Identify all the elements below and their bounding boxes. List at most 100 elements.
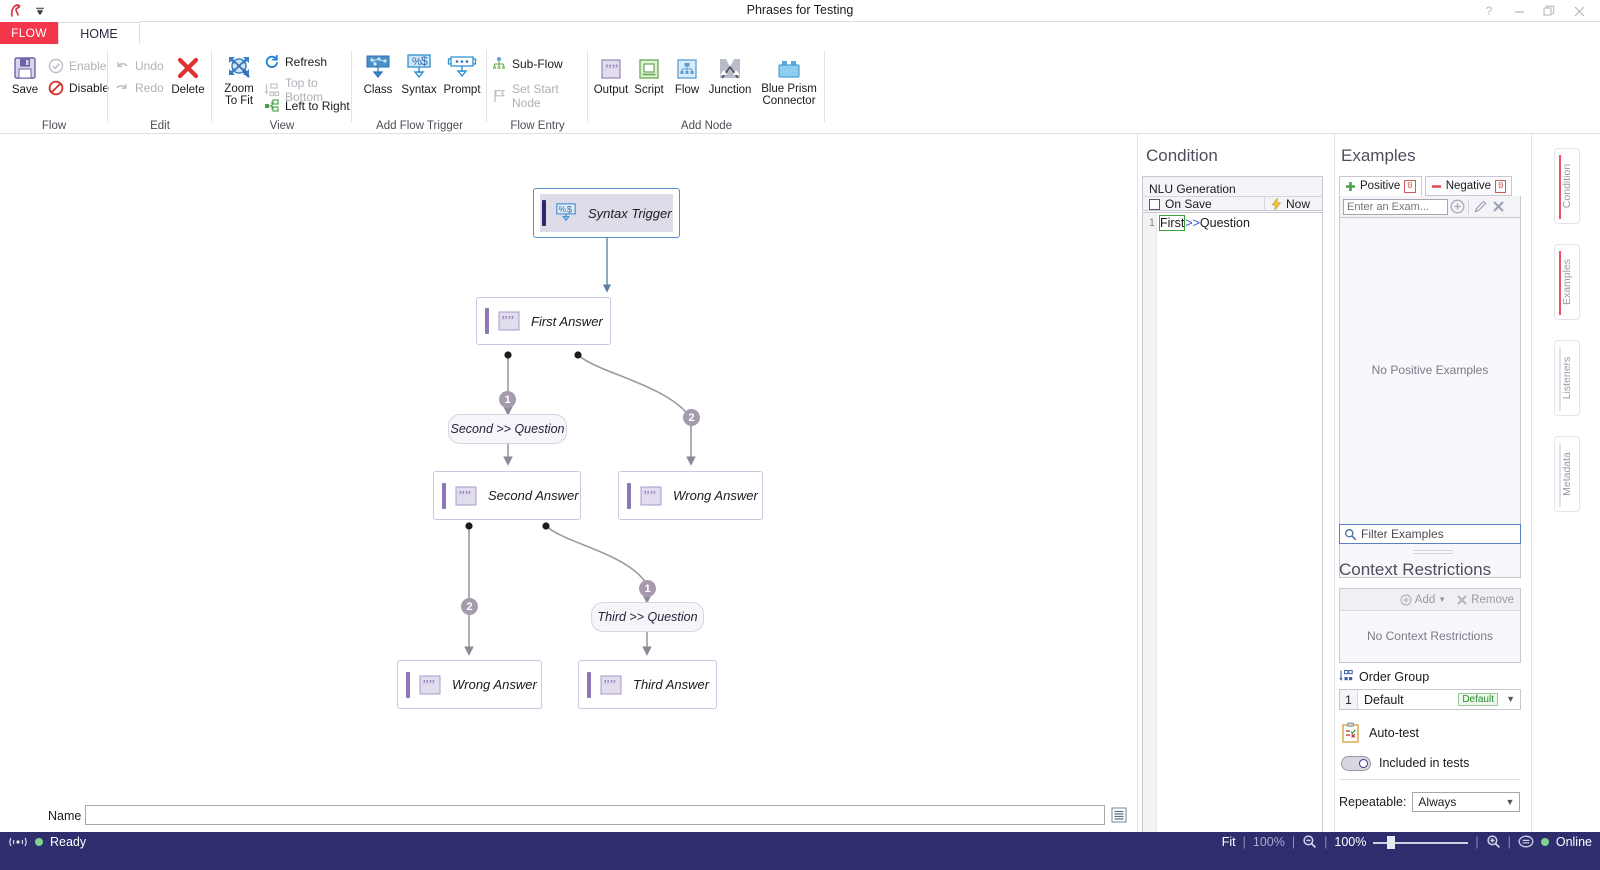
undo-button[interactable]: Undo: [114, 58, 164, 74]
delete-button[interactable]: Delete: [166, 50, 210, 97]
tab-positive-label: Positive: [1360, 180, 1401, 192]
included-in-tests-toggle[interactable]: [1341, 756, 1371, 771]
node-label: Syntax Trigger: [588, 205, 672, 221]
zoom-slider-thumb[interactable]: [1387, 835, 1396, 849]
redo-button[interactable]: Redo: [114, 80, 164, 96]
add-syntax-trigger-button[interactable]: % $ Syntax: [396, 50, 442, 97]
pencil-icon[interactable]: [1471, 198, 1489, 216]
name-input[interactable]: [85, 805, 1105, 825]
tab-examples[interactable]: Examples: [1554, 244, 1580, 320]
redo-icon: [114, 80, 130, 96]
blue-prism-connector-icon: [756, 50, 822, 82]
zoom-to-fit-button[interactable]: Zoom To Fit: [214, 50, 264, 107]
node-second-answer[interactable]: ”” Second Answer: [433, 471, 581, 520]
included-in-tests-row[interactable]: Included in tests: [1341, 754, 1469, 771]
on-save-checkbox[interactable]: On Save: [1143, 196, 1264, 211]
search-icon: [1344, 528, 1357, 541]
clipboard-check-icon: [1341, 722, 1361, 744]
flow-canvas[interactable]: % $ Syntax Trigger ”” First Answer ”” Sec…: [0, 134, 1137, 799]
add-junction-node-button[interactable]: Junction: [704, 50, 756, 97]
add-class-trigger-button[interactable]: Class: [356, 50, 400, 97]
add-blue-prism-connector-button[interactable]: Blue Prism Connector: [756, 50, 822, 107]
add-context-restriction-button[interactable]: Add ▼: [1400, 594, 1446, 606]
context-restrictions-toolbar: Add ▼ Remove: [1340, 589, 1520, 611]
tab-flow[interactable]: FLOW: [0, 22, 58, 44]
tab-home[interactable]: HOME: [58, 22, 140, 44]
repeatable-value: Always: [1418, 795, 1457, 809]
remove-label: Remove: [1471, 593, 1514, 606]
context-restrictions-empty-text: No Context Restrictions: [1366, 629, 1494, 643]
save-button[interactable]: Save: [2, 50, 48, 97]
examples-toolbar: [1339, 196, 1521, 218]
examples-empty-text: No Positive Examples: [1371, 363, 1489, 377]
tab-positive-examples[interactable]: Positive 0: [1339, 176, 1422, 196]
help-icon[interactable]: ?: [1474, 0, 1504, 22]
close-icon[interactable]: [1564, 0, 1594, 22]
save-icon: [2, 50, 48, 82]
filter-examples-input[interactable]: Filter Examples: [1339, 524, 1521, 544]
pill-third-question[interactable]: Third >> Question: [591, 602, 704, 632]
sub-flow-icon: [491, 56, 507, 72]
condition-panel: Condition NLU Generation On Save Now 1 F…: [1137, 134, 1334, 870]
list-icon[interactable]: [1111, 807, 1127, 823]
refresh-button[interactable]: Refresh: [264, 54, 327, 70]
add-circle-icon[interactable]: [1448, 198, 1466, 216]
tab-negative-examples[interactable]: Negative 0: [1424, 176, 1513, 196]
now-button[interactable]: Now: [1264, 196, 1322, 211]
output-node-icon: ””: [600, 674, 622, 696]
condition-code-editor[interactable]: 1 First>>Question: [1142, 212, 1323, 870]
node-syntax-trigger[interactable]: % $ Syntax Trigger: [533, 188, 680, 238]
pill-second-question[interactable]: Second >> Question: [448, 414, 567, 444]
tab-condition[interactable]: Condition: [1554, 148, 1580, 224]
chevron-down-icon[interactable]: ▼: [1506, 694, 1515, 704]
order-group-row[interactable]: 1 Default Default ▼: [1339, 689, 1521, 710]
auto-test-label: Auto-test: [1369, 726, 1420, 740]
add-prompt-trigger-button[interactable]: Prompt: [438, 50, 486, 97]
ribbon: Save Enable Disable Flow Undo Redo Delet…: [0, 44, 1600, 134]
fit-label[interactable]: Fit: [1222, 835, 1236, 849]
chat-icon[interactable]: [1518, 835, 1534, 849]
add-script-node-button[interactable]: Script: [628, 50, 670, 97]
order-group-label: Order Group: [1359, 669, 1430, 684]
minimize-icon[interactable]: [1504, 0, 1534, 22]
svg-text:$: $: [421, 54, 428, 68]
repeatable-dropdown[interactable]: Always ▼: [1412, 792, 1521, 812]
order-group-default-badge: Default: [1458, 693, 1498, 706]
ribbon-group-flow-entry-title: Flow Entry: [510, 120, 565, 132]
ribbon-group-add-node-title: Add Node: [680, 120, 733, 132]
node-accent-bar: [627, 482, 631, 509]
set-start-node-button[interactable]: Set Start Node: [491, 82, 588, 110]
left-to-right-button[interactable]: Left to Right: [264, 98, 350, 114]
node-wrong-answer-1[interactable]: ”” Wrong Answer: [618, 471, 763, 520]
panel-resize-grip[interactable]: [1413, 550, 1453, 555]
remove-context-restriction-button[interactable]: Remove: [1456, 594, 1514, 606]
example-input[interactable]: [1343, 198, 1448, 215]
enable-button[interactable]: Enable: [48, 58, 106, 74]
zoom-in-icon[interactable]: [1486, 834, 1501, 849]
zoom-slider[interactable]: [1373, 835, 1469, 849]
svg-text:””: ””: [459, 489, 471, 504]
tab-metadata[interactable]: Metadata: [1554, 436, 1580, 512]
close-x-icon[interactable]: [1489, 198, 1507, 216]
undo-label: Undo: [135, 59, 164, 73]
on-save-label: On Save: [1165, 197, 1212, 211]
name-label: Name: [48, 809, 82, 823]
tab-listeners[interactable]: Listeners: [1554, 340, 1580, 416]
add-output-node-button[interactable]: ”” Output: [590, 50, 632, 97]
signal-icon: [8, 836, 28, 848]
left-to-right-icon: [264, 98, 280, 114]
disable-button[interactable]: Disable: [48, 80, 109, 96]
undo-icon: [114, 58, 130, 74]
checkbox-icon: [1149, 198, 1160, 210]
code-gutter: [1143, 213, 1157, 870]
zoom-out-icon[interactable]: [1302, 834, 1317, 849]
negative-count-badge: 0: [1495, 179, 1507, 193]
node-wrong-answer-2[interactable]: ”” Wrong Answer: [397, 660, 542, 709]
save-label: Save: [11, 84, 39, 96]
add-flow-node-button[interactable]: Flow: [666, 50, 708, 97]
syntax-trigger-icon: % $: [555, 202, 577, 224]
maximize-icon[interactable]: [1534, 0, 1564, 22]
node-first-answer[interactable]: ”” First Answer: [476, 297, 611, 345]
sub-flow-button[interactable]: Sub-Flow: [491, 56, 563, 72]
node-third-answer[interactable]: ”” Third Answer: [578, 660, 717, 709]
